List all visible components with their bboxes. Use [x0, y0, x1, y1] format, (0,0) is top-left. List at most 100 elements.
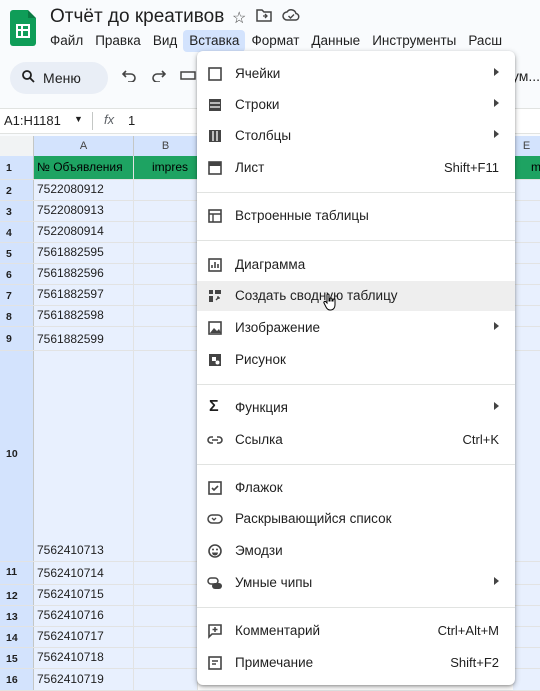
row-header[interactable]: 6 — [0, 264, 34, 284]
row-header[interactable]: 10 — [0, 351, 34, 561]
undo-icon[interactable] — [121, 68, 136, 86]
cell[interactable]: 7562410713 — [34, 351, 134, 561]
cell[interactable] — [513, 201, 540, 221]
cell[interactable] — [513, 243, 540, 263]
cell[interactable] — [134, 180, 198, 200]
cell[interactable]: 7522080914 — [34, 222, 134, 242]
cell[interactable] — [134, 306, 198, 326]
row-header[interactable]: 11 — [0, 562, 34, 584]
row-header[interactable]: 4 — [0, 222, 34, 242]
cell[interactable] — [134, 201, 198, 221]
menu-item-checkbox[interactable]: Флажок — [197, 473, 515, 503]
menu-item-link[interactable]: Ссылка Ctrl+K — [197, 425, 515, 455]
cell[interactable]: 7522080913 — [34, 201, 134, 221]
cell[interactable] — [513, 669, 540, 690]
cell[interactable]: 7562410718 — [34, 648, 134, 668]
row-header[interactable]: 13 — [0, 606, 34, 626]
menu-item-pivot-table[interactable]: Создать сводную таблицу — [197, 281, 515, 311]
cell[interactable] — [513, 264, 540, 284]
menu-item-function[interactable]: Σ Функция — [197, 393, 515, 423]
row-header[interactable]: 9 — [0, 327, 34, 350]
row-header[interactable]: 7 — [0, 285, 34, 305]
cell[interactable]: 7562410715 — [34, 585, 134, 605]
cell[interactable]: 7561882599 — [34, 327, 134, 350]
menu-item-embedded-tables[interactable]: Встроенные таблицы — [197, 201, 515, 231]
row-header[interactable]: 12 — [0, 585, 34, 605]
document-title[interactable]: Отчёт до креативов — [50, 6, 224, 28]
menu-format[interactable]: Формат — [245, 30, 305, 52]
search-menus-button[interactable]: Меню — [10, 62, 108, 94]
cell[interactable]: 7522080912 — [34, 180, 134, 200]
name-box-dropdown-icon[interactable]: ▼ — [74, 114, 83, 124]
cell[interactable] — [513, 585, 540, 605]
cell[interactable] — [134, 222, 198, 242]
cell[interactable] — [513, 606, 540, 626]
star-icon[interactable]: ☆ — [232, 8, 246, 28]
toolbar-overflow-text[interactable]: ум... — [512, 68, 540, 84]
cell[interactable]: 7561882596 — [34, 264, 134, 284]
menu-extensions[interactable]: Расш — [462, 30, 508, 52]
menu-item-drawing[interactable]: Рисунок — [197, 345, 515, 375]
menu-item-note[interactable]: Примечание Shift+F2 — [197, 648, 515, 678]
menu-data[interactable]: Данные — [305, 30, 366, 52]
row-header[interactable]: 8 — [0, 306, 34, 326]
column-header-a[interactable]: A — [34, 136, 134, 156]
menu-file[interactable]: Файл — [44, 30, 89, 52]
menu-edit[interactable]: Правка — [89, 30, 147, 52]
cell[interactable] — [513, 327, 540, 350]
row-header[interactable]: 3 — [0, 201, 34, 221]
column-header-b[interactable]: B — [134, 136, 198, 156]
cell[interactable]: 7561882598 — [34, 306, 134, 326]
cell[interactable] — [513, 180, 540, 200]
cell[interactable] — [134, 606, 198, 626]
cell[interactable]: 7562410714 — [34, 562, 134, 584]
menu-item-smart-chips[interactable]: Умные чипы — [197, 568, 515, 598]
move-to-folder-icon[interactable] — [256, 8, 273, 28]
row-header[interactable]: 2 — [0, 180, 34, 200]
cell[interactable] — [134, 327, 198, 350]
cloud-status-icon[interactable] — [282, 8, 300, 28]
cell[interactable] — [134, 627, 198, 647]
menu-item-emoji[interactable]: Эмодзи — [197, 536, 515, 566]
row-header[interactable]: 1 — [0, 156, 34, 179]
cell[interactable] — [134, 351, 198, 561]
menu-item-image[interactable]: Изображение — [197, 313, 515, 343]
row-header[interactable]: 16 — [0, 669, 34, 690]
menu-item-dropdown[interactable]: Раскрывающийся список — [197, 504, 515, 534]
menu-item-cells[interactable]: Ячейки — [197, 59, 515, 89]
cell[interactable]: impres — [134, 156, 198, 179]
cell[interactable] — [134, 669, 198, 690]
select-all-corner[interactable] — [0, 136, 34, 156]
cell[interactable] — [134, 562, 198, 584]
row-header[interactable]: 15 — [0, 648, 34, 668]
menu-item-columns[interactable]: Столбцы — [197, 121, 515, 151]
column-header-e[interactable]: E — [513, 136, 540, 156]
row-header[interactable]: 5 — [0, 243, 34, 263]
menu-tools[interactable]: Инструменты — [366, 30, 462, 52]
cell[interactable] — [513, 222, 540, 242]
cell[interactable] — [134, 243, 198, 263]
menu-item-rows[interactable]: Строки — [197, 90, 515, 120]
cell[interactable] — [513, 648, 540, 668]
menu-item-comment[interactable]: Комментарий Ctrl+Alt+M — [197, 616, 515, 646]
cell[interactable] — [513, 351, 540, 561]
cell[interactable] — [134, 585, 198, 605]
cell[interactable] — [513, 285, 540, 305]
row-header[interactable]: 14 — [0, 627, 34, 647]
print-icon[interactable] — [180, 68, 196, 86]
cell[interactable]: 7562410719 — [34, 669, 134, 690]
menu-view[interactable]: Вид — [147, 30, 183, 52]
menu-item-sheet[interactable]: Лист Shift+F11 — [197, 153, 515, 183]
redo-icon[interactable] — [152, 68, 167, 86]
cell[interactable] — [134, 285, 198, 305]
name-box[interactable]: A1:H1181 — [4, 113, 61, 128]
cell[interactable]: 7562410717 — [34, 627, 134, 647]
cell[interactable] — [513, 627, 540, 647]
cell[interactable]: 7562410716 — [34, 606, 134, 626]
cell[interactable]: 7561882597 — [34, 285, 134, 305]
cell[interactable] — [134, 264, 198, 284]
formula-input[interactable]: 1 — [128, 113, 135, 128]
cell[interactable] — [513, 562, 540, 584]
cell[interactable]: 7561882595 — [34, 243, 134, 263]
sheets-logo-icon[interactable] — [10, 10, 36, 46]
